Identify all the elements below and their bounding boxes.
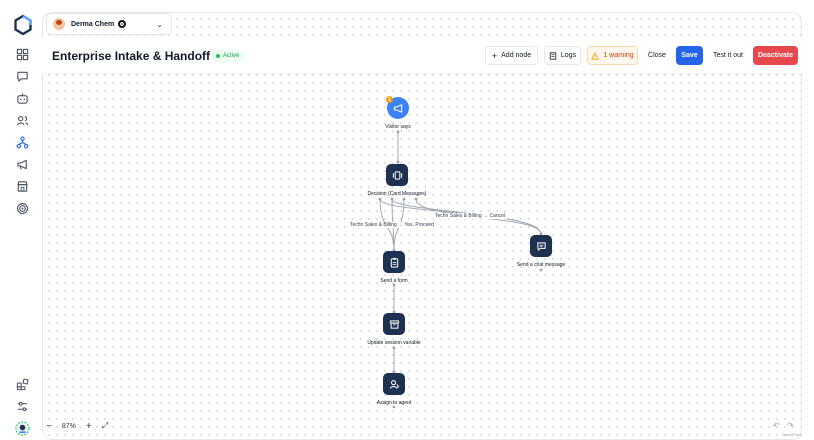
node-label-chat: Send a chat message [516, 262, 566, 268]
node-label-decision: Decision (Card Messages) [367, 191, 427, 197]
fit-view-icon[interactable]: ⤢ [102, 421, 108, 431]
zoom-out-button[interactable]: − [46, 421, 52, 432]
node-label-agent: Assign to agent [376, 400, 412, 406]
zoom-level: 87% [61, 422, 76, 430]
megaphone-icon [393, 103, 402, 113]
undo-icon[interactable]: ↶ [773, 421, 780, 430]
node-label-form: Send a form [380, 278, 408, 284]
flow-edges [378, 130, 543, 409]
edge-label-cancel[interactable]: Techn Sales & Billing → Cancel [433, 213, 508, 219]
zoom-controls: − 87% + ⤢ [46, 418, 108, 434]
node-send-chat[interactable] [530, 235, 552, 257]
chat-icon [536, 241, 546, 251]
node-warning-badge: 1 [386, 96, 393, 103]
node-label-update: Update session variable [367, 340, 421, 346]
node-send-form[interactable] [383, 251, 405, 273]
node-assign-agent[interactable] [383, 373, 405, 395]
cards-icon [392, 170, 402, 180]
archive-icon [389, 319, 399, 329]
attribution-link[interactable]: React Flow [782, 432, 802, 437]
edge-label-proceed[interactable]: Techn Sales & Billing → Yes, Proceed [348, 222, 436, 228]
node-update-variable[interactable] [383, 313, 405, 335]
node-decision[interactable] [386, 164, 408, 186]
clipboard-icon [390, 257, 398, 268]
user-assign-icon [389, 379, 399, 389]
node-label-visitor: Visitor says [385, 124, 411, 130]
zoom-in-button[interactable]: + [86, 421, 92, 432]
redo-icon[interactable]: ↷ [787, 421, 794, 430]
